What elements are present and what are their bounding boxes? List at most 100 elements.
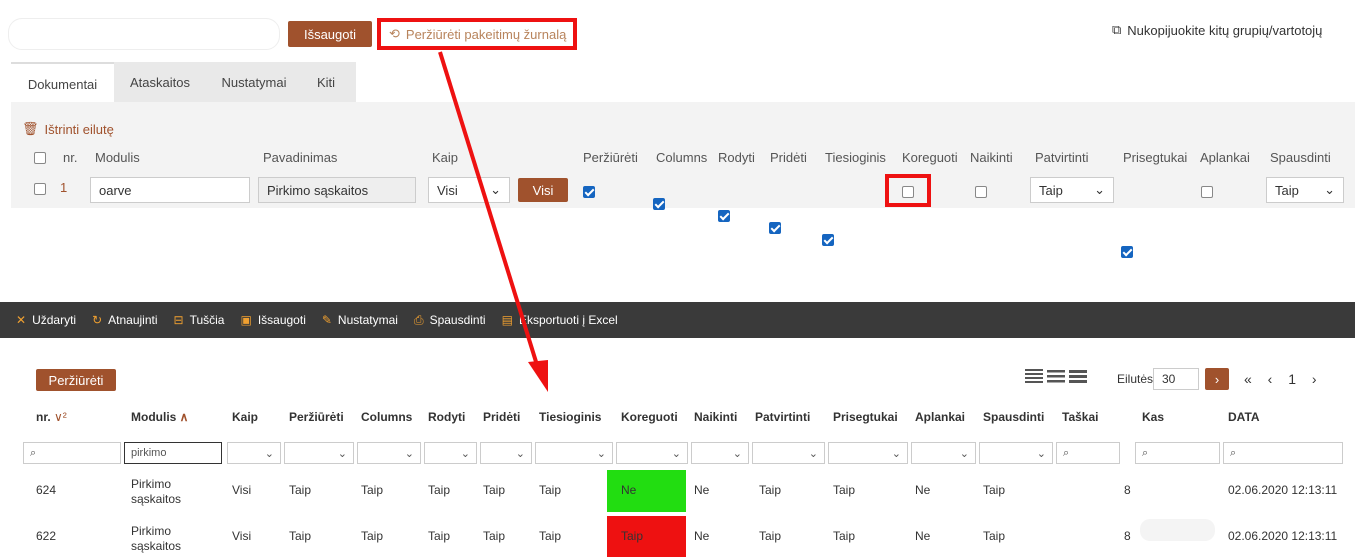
chevron-down-icon: ⌄ (515, 447, 525, 460)
print-label: Spausdinti (429, 313, 486, 327)
grid-header-kas[interactable]: Kas (1142, 410, 1164, 424)
grid-header-modulis-label: Modulis (131, 410, 177, 424)
nr-sort-indicator: ∨² (54, 410, 67, 424)
filter-data[interactable]: ⌕ (1223, 442, 1343, 464)
spausdinti-select[interactable]: Taip ⌄ (1266, 177, 1344, 203)
header-modulis: Modulis (95, 150, 140, 165)
tiesioginis-checkbox[interactable] (822, 234, 834, 246)
header-kaip: Kaip (432, 150, 459, 165)
view-button[interactable]: Peržiūrėti (36, 369, 116, 391)
filter-prideti[interactable]: ⌄ (480, 442, 532, 464)
save-label: Išsaugoti (257, 313, 306, 327)
grid-header-patvirtinti[interactable]: Patvirtinti (755, 410, 810, 424)
clear-button[interactable]: ⊟ Tuščia (174, 313, 225, 327)
grid-header-modulis[interactable]: Modulis ∧ (131, 410, 188, 424)
select-all-checkbox[interactable] (34, 152, 46, 164)
clear-icon: ⊟ (173, 313, 184, 327)
header-nr: nr. (63, 150, 78, 165)
row-checkbox[interactable] (34, 183, 46, 195)
pager[interactable]: « ‹ 1 › (1244, 371, 1323, 387)
grid-header-prideti[interactable]: Pridėti (483, 410, 520, 424)
filter-taskai[interactable]: ⌕ (1056, 442, 1120, 464)
grid-header-nr[interactable]: nr. ∨² (36, 410, 67, 424)
columns-checkbox[interactable] (653, 198, 665, 210)
aplankai-checkbox[interactable] (1201, 186, 1213, 198)
rows-apply-button[interactable]: › (1205, 368, 1229, 390)
row2-koreguoti: Taip (621, 529, 644, 543)
export-button[interactable]: ▤ Eksportuoti į Excel (502, 313, 618, 327)
row2-patvirtinti: Taip (759, 529, 782, 543)
chevron-down-icon: ⌄ (490, 182, 501, 197)
row1-columns: Taip (361, 483, 384, 497)
grid-header-rodyti[interactable]: Rodyti (428, 410, 465, 424)
grid-header-koreguoti[interactable]: Koreguoti (621, 410, 678, 424)
grid-header-columns[interactable]: Columns (361, 410, 412, 424)
delete-row-button[interactable]: 🗑 Ištrinti eilutę (22, 121, 114, 137)
changelog-link[interactable]: ⟲ Peržiūrėti pakeitimų žurnalą (377, 18, 577, 50)
filter-modulis-value: pirkimo (131, 447, 167, 459)
row2-data: 02.06.2020 12:13:11 (1228, 529, 1338, 543)
tab-kiti[interactable]: Kiti (306, 62, 346, 102)
grid-header-prisegtukai[interactable]: Prisegtukai (833, 410, 898, 424)
header-perziureti: Peržiūrėti (583, 150, 638, 165)
rodyti-checkbox[interactable] (718, 210, 730, 222)
filter-kaip[interactable]: ⌄ (227, 442, 281, 464)
filter-rodyti[interactable]: ⌄ (424, 442, 477, 464)
toolbar-save-button[interactable]: ▣ Išsaugoti (240, 313, 305, 327)
settings-button[interactable]: ✎ Nustatymai (322, 313, 398, 327)
modulis-input[interactable]: oarve (90, 177, 250, 203)
close-button[interactable]: ✕ Uždaryti (16, 313, 76, 327)
row1-data: 02.06.2020 12:13:11 (1228, 483, 1338, 497)
filter-kas[interactable]: ⌕ (1135, 442, 1220, 464)
kaip-select[interactable]: Visi ⌄ (428, 177, 510, 203)
print-button[interactable]: ⎙ Spausdinti (414, 313, 486, 328)
chevron-down-icon: ⌄ (264, 447, 274, 460)
prisegtukai-checkbox[interactable] (1121, 246, 1133, 258)
grid-header-naikinti[interactable]: Naikinti (694, 410, 737, 424)
chevron-right-icon: › (1214, 371, 1220, 387)
perziureti-checkbox[interactable] (583, 186, 595, 198)
tab-dokumentai[interactable]: Dokumentai (11, 62, 114, 104)
row1-prideti: Taip (483, 483, 506, 497)
grid-header-tiesioginis[interactable]: Tiesioginis (539, 410, 601, 424)
save-button[interactable]: Išsaugoti (288, 21, 372, 47)
filter-spausdinti[interactable]: ⌄ (979, 442, 1053, 464)
tab-nustatymai[interactable]: Nustatymai (206, 62, 302, 102)
chevron-down-icon: ⌄ (596, 447, 606, 460)
filter-patvirtinti[interactable]: ⌄ (752, 442, 825, 464)
grid-header-taskai[interactable]: Taškai (1062, 410, 1098, 424)
refresh-button[interactable]: ↻ Atnaujinti (92, 313, 157, 327)
header-prisegtukai: Prisegtukai (1123, 150, 1188, 165)
list-view-icon[interactable] (1025, 368, 1087, 384)
grid-header-spausdinti[interactable]: Spausdinti (983, 410, 1044, 424)
filter-prisegtukai[interactable]: ⌄ (828, 442, 908, 464)
group-name-input[interactable] (8, 18, 280, 50)
patvirtinti-select[interactable]: Taip ⌄ (1030, 177, 1114, 203)
row2-aplankai: Ne (915, 529, 931, 543)
filter-perziureti[interactable]: ⌄ (284, 442, 354, 464)
filter-koreguoti[interactable]: ⌄ (616, 442, 688, 464)
visi-button[interactable]: Visi (518, 178, 568, 202)
history-icon: ⟲ (389, 26, 400, 41)
copy-link[interactable]: ⧉ Nukopijuokite kitų grupių/vartotojų (1112, 22, 1322, 38)
grid-header-data[interactable]: DATA (1228, 410, 1260, 424)
naikinti-checkbox[interactable] (975, 186, 987, 198)
chevron-down-icon: ⌄ (404, 447, 414, 460)
grid-header-kaip[interactable]: Kaip (232, 410, 258, 424)
filter-tiesioginis[interactable]: ⌄ (535, 442, 613, 464)
prideti-checkbox[interactable] (769, 222, 781, 234)
rows-input[interactable]: 30 (1153, 368, 1199, 390)
grid-header-perziureti[interactable]: Peržiūrėti (289, 410, 344, 424)
row2-prideti: Taip (483, 529, 506, 543)
filter-columns[interactable]: ⌄ (357, 442, 421, 464)
filter-naikinti[interactable]: ⌄ (691, 442, 749, 464)
filter-modulis[interactable]: pirkimo (124, 442, 222, 464)
tab-ataskaitos[interactable]: Ataskaitos (118, 62, 202, 102)
filter-aplankai[interactable]: ⌄ (911, 442, 976, 464)
row1-kaip: Visi (232, 483, 252, 497)
filter-nr[interactable]: ⌕ (23, 442, 121, 464)
refresh-icon: ↻ (92, 313, 103, 327)
chevron-down-icon: ⌄ (337, 447, 347, 460)
chevron-down-icon: ⌄ (959, 447, 969, 460)
grid-header-aplankai[interactable]: Aplankai (915, 410, 965, 424)
